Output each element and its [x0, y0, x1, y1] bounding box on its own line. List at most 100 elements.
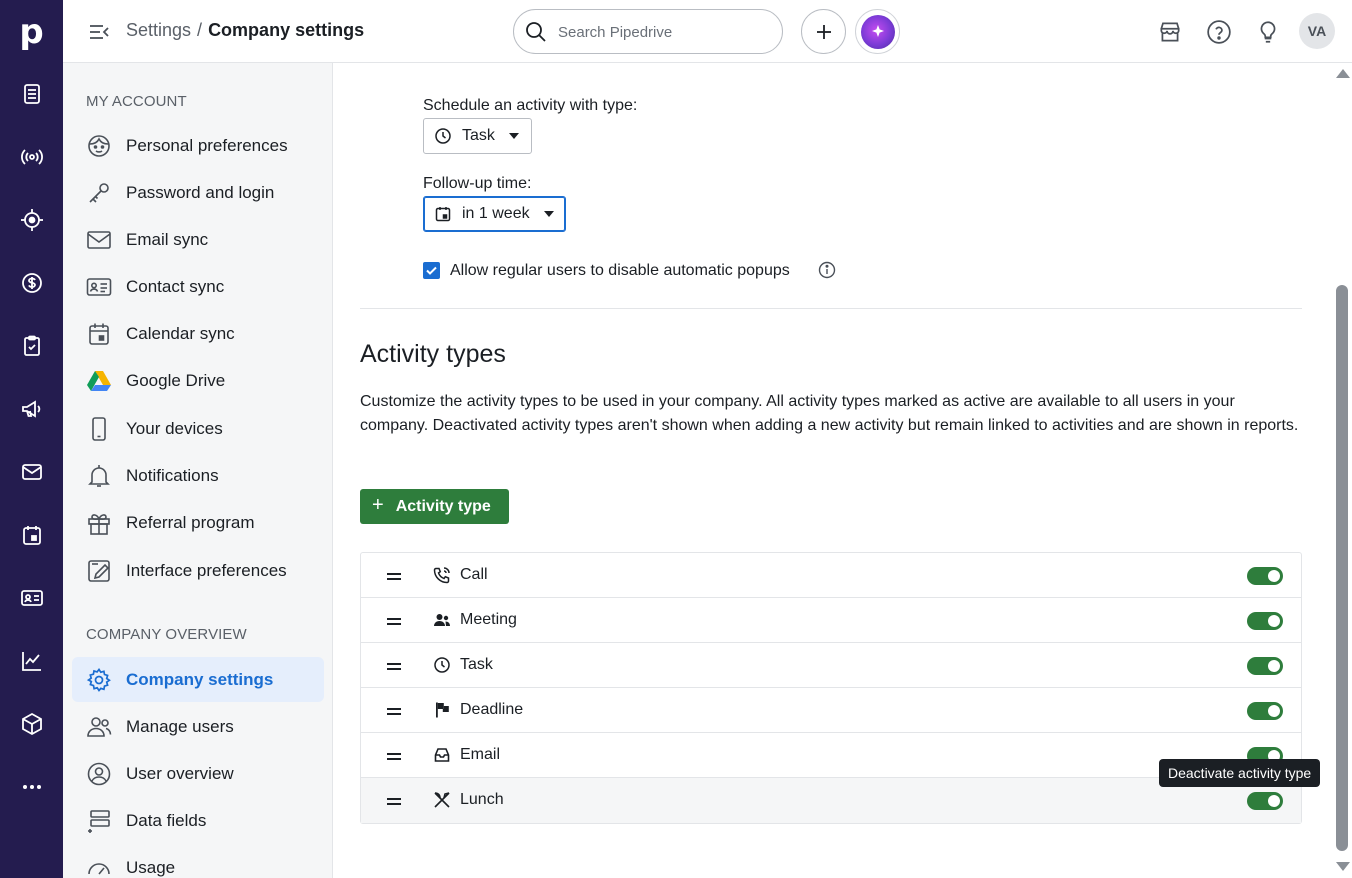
- sidebar-item-label: Data fields: [126, 810, 207, 830]
- info-icon[interactable]: [818, 261, 836, 279]
- drag-handle-icon[interactable]: [387, 753, 401, 763]
- schedule-activity-label: Schedule an activity with type:: [423, 97, 638, 114]
- quick-add-button[interactable]: [801, 9, 846, 54]
- drag-handle-icon[interactable]: [387, 798, 401, 808]
- menu-collapse-icon[interactable]: [87, 20, 111, 44]
- sidebar-item-user-overview[interactable]: User overview: [72, 751, 324, 796]
- sidebar-item-contact-sync[interactable]: Contact sync: [72, 264, 324, 309]
- more-icon[interactable]: [0, 767, 63, 807]
- sidebar-item-password-login[interactable]: Password and login: [72, 170, 324, 215]
- inbox-icon: [434, 748, 450, 762]
- products-box-icon[interactable]: [0, 704, 63, 744]
- insights-chart-icon[interactable]: [0, 641, 63, 681]
- activity-toggle-meeting[interactable]: [1247, 612, 1283, 630]
- megaphone-icon[interactable]: [0, 389, 63, 429]
- ai-assistant-button[interactable]: [855, 9, 900, 54]
- followup-time-dropdown[interactable]: in 1 week: [423, 196, 566, 232]
- plus-icon: [816, 24, 831, 39]
- drag-handle-icon[interactable]: [387, 573, 401, 583]
- calendar-icon: [435, 207, 451, 222]
- section-company-overview: COMPANY OVERVIEW: [86, 626, 247, 643]
- users-icon: [86, 714, 112, 740]
- scroll-up-arrow-icon[interactable]: [1336, 69, 1350, 78]
- breadcrumb-separator: /: [197, 20, 203, 40]
- activity-type-value: Task: [462, 127, 495, 144]
- sparkle-icon: [860, 14, 895, 49]
- people-icon: [434, 614, 450, 626]
- sidebar-item-label: Company settings: [126, 669, 274, 689]
- activity-toggle-call[interactable]: [1247, 567, 1283, 585]
- activity-type-dropdown[interactable]: Task: [423, 118, 532, 154]
- sidebar-item-label: Email sync: [126, 229, 209, 249]
- lightbulb-icon[interactable]: [1255, 19, 1281, 45]
- sidebar-item-label: Calendar sync: [126, 323, 235, 343]
- section-divider: [360, 308, 1302, 309]
- google-drive-icon: [86, 368, 112, 394]
- sidebar-item-label: Manage users: [126, 716, 234, 736]
- broadcast-icon[interactable]: [0, 137, 63, 177]
- dollar-icon[interactable]: [0, 263, 63, 303]
- sidebar-item-usage[interactable]: Usage: [72, 845, 324, 878]
- pipedrive-logo[interactable]: p: [0, 0, 63, 63]
- search-box[interactable]: [513, 9, 783, 54]
- sidebar-item-company-settings[interactable]: Company settings: [72, 657, 324, 702]
- activity-type-row-deadline[interactable]: Deadline: [361, 688, 1301, 733]
- sidebar-item-label: Password and login: [126, 182, 275, 202]
- activity-type-name: Email: [460, 746, 501, 763]
- section-my-account: MY ACCOUNT: [86, 93, 187, 110]
- main-scrollbar[interactable]: [1333, 63, 1352, 878]
- envelope-icon: [86, 227, 112, 253]
- activity-type-row-task[interactable]: Task: [361, 643, 1301, 688]
- sidebar-item-referral-program[interactable]: Referral program: [72, 500, 324, 545]
- sidebar-item-interface-preferences[interactable]: Interface preferences: [72, 548, 324, 593]
- gift-icon: [86, 510, 112, 536]
- target-icon[interactable]: [0, 200, 63, 240]
- activity-type-name: Meeting: [460, 611, 517, 628]
- phone-icon: [86, 416, 112, 442]
- activity-type-name: Deadline: [460, 701, 524, 718]
- sidebar-item-email-sync[interactable]: Email sync: [72, 217, 324, 262]
- nav-rail: p: [0, 0, 63, 878]
- sidebar-item-your-devices[interactable]: Your devices: [72, 406, 324, 451]
- breadcrumb-settings-link[interactable]: Settings: [126, 20, 191, 40]
- drag-handle-icon[interactable]: [387, 618, 401, 628]
- search-icon: [526, 22, 546, 42]
- scroll-thumb[interactable]: [1336, 285, 1348, 851]
- help-icon[interactable]: [1206, 19, 1232, 45]
- sidebar-item-label: User overview: [126, 763, 234, 783]
- gauge-icon: [86, 855, 112, 878]
- activity-type-row-call[interactable]: Call: [361, 553, 1301, 598]
- scroll-down-arrow-icon[interactable]: [1336, 862, 1350, 871]
- sidebar-item-calendar-sync[interactable]: Calendar sync: [72, 311, 324, 356]
- pencil-square-icon: [86, 558, 112, 584]
- allow-disable-popups-label[interactable]: Allow regular users to disable automatic…: [450, 262, 790, 280]
- add-activity-type-button[interactable]: + Activity type: [360, 489, 509, 524]
- mail-icon[interactable]: [0, 452, 63, 492]
- avatar[interactable]: VA: [1299, 13, 1335, 49]
- chevron-down-icon: [543, 211, 554, 217]
- calendar-icon[interactable]: [0, 515, 63, 555]
- sidebar-item-notifications[interactable]: Notifications: [72, 453, 324, 498]
- settings-sidebar: MY ACCOUNT Personal preferences Password…: [63, 63, 333, 878]
- drag-handle-icon[interactable]: [387, 708, 401, 718]
- sidebar-item-personal-preferences[interactable]: Personal preferences: [72, 123, 324, 168]
- sidebar-item-label: Notifications: [126, 465, 219, 485]
- sidebar-item-data-fields[interactable]: Data fields: [72, 798, 324, 843]
- clipboard-check-icon[interactable]: [0, 326, 63, 366]
- sidebar-item-manage-users[interactable]: Manage users: [72, 704, 324, 749]
- leads-icon[interactable]: [0, 74, 63, 114]
- gear-icon: [86, 667, 112, 693]
- activity-type-row-meeting[interactable]: Meeting: [361, 598, 1301, 643]
- contacts-card-icon[interactable]: [0, 578, 63, 618]
- marketplace-icon[interactable]: [1157, 19, 1183, 45]
- allow-disable-popups-checkbox[interactable]: [423, 262, 440, 279]
- search-input[interactable]: [558, 20, 768, 44]
- activity-toggle-deadline[interactable]: [1247, 702, 1283, 720]
- key-icon: [86, 180, 112, 206]
- activity-toggle-lunch[interactable]: [1247, 792, 1283, 810]
- drag-handle-icon[interactable]: [387, 663, 401, 673]
- activity-toggle-task[interactable]: [1247, 657, 1283, 675]
- sidebar-item-google-drive[interactable]: Google Drive: [72, 358, 324, 403]
- bell-icon: [86, 463, 112, 489]
- user-circle-icon: [86, 761, 112, 787]
